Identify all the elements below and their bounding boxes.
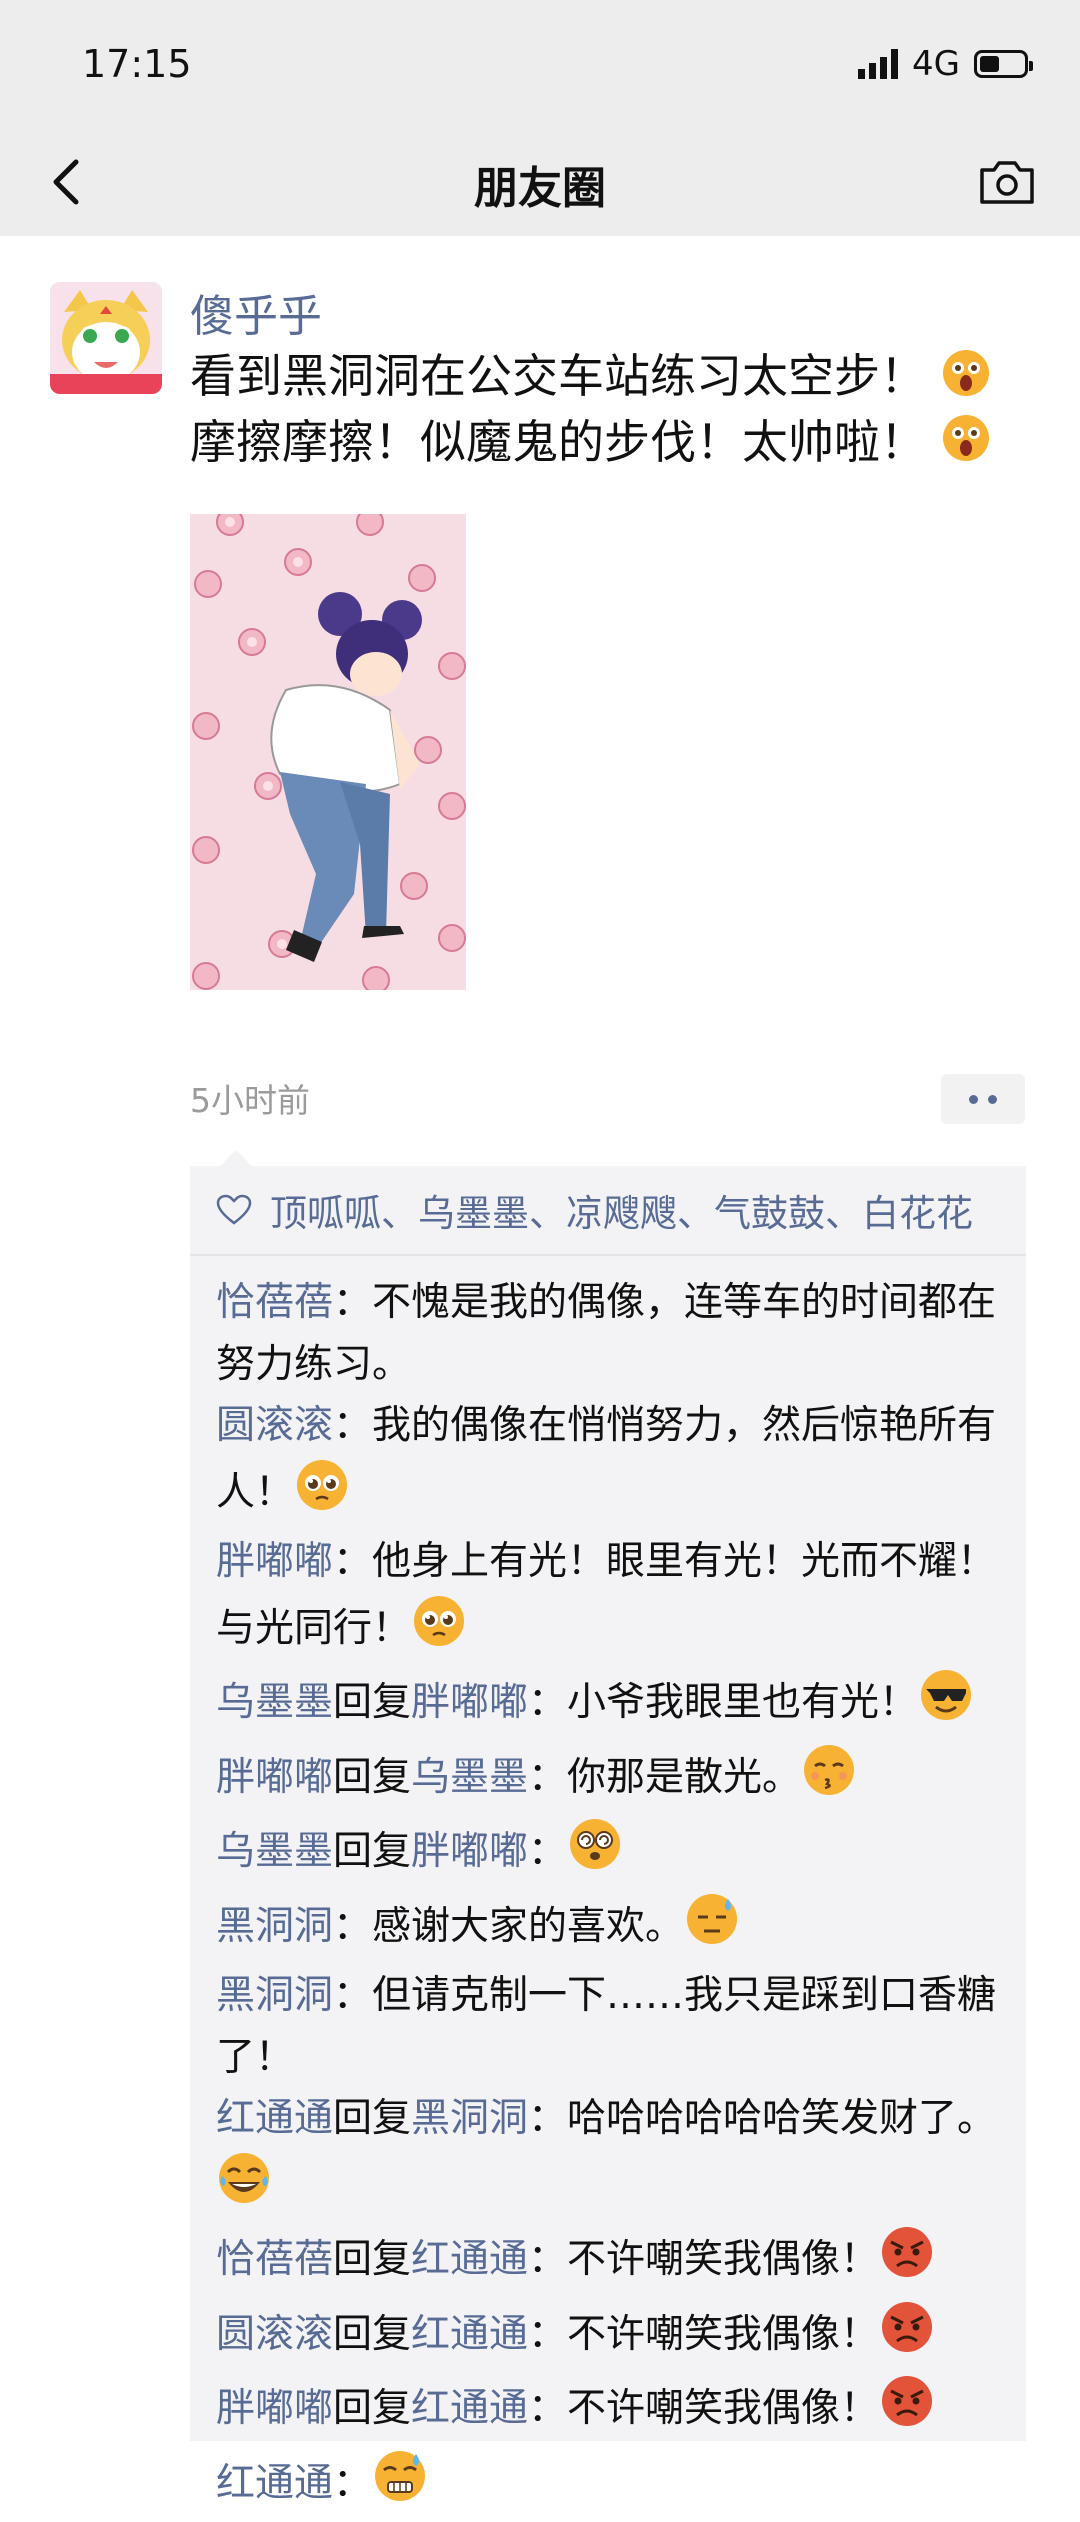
- comment-author[interactable]: 红通通: [216, 2096, 333, 2141]
- post-line-1: 看到黑洞洞在公交车站练习太空步！: [190, 349, 926, 403]
- reply-word: 回复: [333, 1754, 411, 1799]
- comment-author[interactable]: 恰蓓蓓: [216, 1280, 333, 1325]
- post-text: 看到黑洞洞在公交车站练习太空步！ 摩擦摩擦！似魔鬼的步伐！太帅啦！: [190, 346, 1020, 477]
- comment-item[interactable]: 恰蓓蓓：不愧是我的偶像，连等车的时间都在努力练习。: [216, 1272, 1000, 1395]
- reply-target[interactable]: 红通通: [411, 2311, 528, 2356]
- likes-row: 顶呱呱、乌墨墨、凉飕飕、气鼓鼓、白花花: [190, 1166, 1026, 1256]
- network-type: 4G: [912, 44, 960, 84]
- comment-item[interactable]: 红通通回复黑洞洞：哈哈哈哈哈哈笑发财了。: [216, 2088, 1000, 2224]
- comment-text: ：你那是散光。: [528, 1754, 801, 1799]
- comment-text: ：不愧是我的偶像，连等车的时间都在努力练习。: [216, 1280, 996, 1387]
- comment-author[interactable]: 胖嘟嘟: [216, 1539, 333, 1584]
- comment-item[interactable]: 胖嘟嘟：他身上有光！眼里有光！光而不耀！与光同行！: [216, 1531, 1000, 1667]
- angry-emoji-icon: [879, 2373, 935, 2448]
- reply-target[interactable]: 红通通: [411, 2237, 528, 2282]
- reply-target[interactable]: 黑洞洞: [411, 2096, 528, 2141]
- angry-emoji-icon: [879, 2299, 935, 2374]
- comment-author[interactable]: 胖嘟嘟: [216, 1754, 333, 1799]
- interaction-panel: 顶呱呱、乌墨墨、凉飕飕、气鼓鼓、白花花 恰蓓蓓：不愧是我的偶像，连等车的时间都在…: [190, 1166, 1026, 2441]
- sweat-emoji-icon: [684, 1891, 740, 1966]
- comment-text: ：不许嘲笑我偶像！: [528, 2386, 879, 2431]
- reply-target[interactable]: 乌墨墨: [411, 1754, 528, 1799]
- post-line: 摩擦摩擦！似魔鬼的步伐！太帅啦！: [190, 412, 1020, 478]
- comment-item[interactable]: 乌墨墨回复胖嘟嘟：: [216, 1816, 1000, 1891]
- comment-text: ：哈哈哈哈哈哈笑发财了。: [528, 2096, 996, 2141]
- comment-item[interactable]: 胖嘟嘟回复乌墨墨：你那是散光。: [216, 1742, 1000, 1817]
- page-title: 朋友圈: [0, 152, 1080, 216]
- pleading-emoji-icon: [411, 1593, 467, 1668]
- pleading-emoji-icon: [294, 1457, 350, 1532]
- heart-icon: [216, 1194, 252, 1226]
- post-line: 看到黑洞洞在公交车站练习太空步！: [190, 346, 1020, 412]
- comment-item[interactable]: 圆滚滚：我的偶像在悄悄努力，然后惊艳所有人！: [216, 1395, 1000, 1531]
- comment-author[interactable]: 黑洞洞: [216, 1973, 333, 2018]
- comment-item[interactable]: 胖嘟嘟回复红通通：不许嘲笑我偶像！: [216, 2373, 1000, 2448]
- comment-text: ：但请克制一下……我只是踩到口香糖了！: [216, 1973, 996, 2080]
- avatar[interactable]: [50, 282, 162, 394]
- comment-item[interactable]: 黑洞洞：感谢大家的喜欢。: [216, 1891, 1000, 1966]
- comment-text: ：: [528, 1829, 567, 1874]
- status-icons: 4G: [858, 44, 1028, 84]
- post-author[interactable]: 傻乎乎: [190, 280, 322, 344]
- comment-author[interactable]: 乌墨墨: [216, 1680, 333, 1725]
- comment-item[interactable]: 红通通：: [216, 2448, 1000, 2522]
- comment-author[interactable]: 圆滚滚: [216, 1403, 333, 1448]
- comment-author[interactable]: 恰蓓蓓: [216, 2237, 333, 2282]
- dizzy-emoji-icon: [567, 1816, 623, 1891]
- reply-word: 回复: [333, 2386, 411, 2431]
- post-photo[interactable]: [190, 514, 466, 990]
- status-bar: 17:15 4G: [0, 0, 1080, 130]
- grimace-sweat-emoji-icon: [372, 2448, 428, 2522]
- comment-author[interactable]: 圆滚滚: [216, 2311, 333, 2356]
- more-options-button[interactable]: [941, 1074, 1025, 1124]
- likes-names[interactable]: 顶呱呱、乌墨墨、凉飕飕、气鼓鼓、白花花: [270, 1183, 973, 1237]
- signal-icon: [858, 49, 898, 79]
- post-line-2: 摩擦摩擦！似魔鬼的步伐！太帅啦！: [190, 415, 926, 469]
- angry-emoji-icon: [879, 2224, 935, 2299]
- comment-author[interactable]: 乌墨墨: [216, 1829, 333, 1874]
- post-timestamp: 5小时前: [190, 1074, 310, 1122]
- comment-item[interactable]: 圆滚滚回复红通通：不许嘲笑我偶像！: [216, 2299, 1000, 2374]
- sunglasses-emoji-icon: [918, 1667, 974, 1742]
- comment-text: ：他身上有光！眼里有光！光而不耀！与光同行！: [216, 1539, 996, 1650]
- kissing-emoji-icon: [801, 1742, 857, 1817]
- comment-text: ：: [333, 2460, 372, 2505]
- comment-text: ：小爷我眼里也有光！: [528, 1680, 918, 1725]
- comment-text: ：感谢大家的喜欢。: [333, 1903, 684, 1948]
- camera-icon[interactable]: [976, 152, 1038, 212]
- reply-target[interactable]: 胖嘟嘟: [411, 1829, 528, 1874]
- reply-word: 回复: [333, 2311, 411, 2356]
- comment-item[interactable]: 乌墨墨回复胖嘟嘟：小爷我眼里也有光！: [216, 1667, 1000, 1742]
- nav-bar: 朋友圈: [0, 130, 1080, 236]
- comment-author[interactable]: 红通通: [216, 2460, 333, 2505]
- battery-icon: [974, 50, 1028, 78]
- surprised-face-emoji-icon: [941, 348, 991, 412]
- reply-word: 回复: [333, 1680, 411, 1725]
- comment-text: ：不许嘲笑我偶像！: [528, 2311, 879, 2356]
- comment-text: ：不许嘲笑我偶像！: [528, 2237, 879, 2282]
- comment-list: 恰蓓蓓：不愧是我的偶像，连等车的时间都在努力练习。圆滚滚：我的偶像在悄悄努力，然…: [190, 1256, 1026, 2522]
- reply-word: 回复: [333, 2096, 411, 2141]
- reply-target[interactable]: 红通通: [411, 2386, 528, 2431]
- status-time: 17:15: [82, 42, 192, 86]
- comment-author[interactable]: 胖嘟嘟: [216, 2386, 333, 2431]
- surprised-face-emoji-icon: [941, 413, 991, 477]
- laugh-tears-emoji-icon: [216, 2150, 272, 2225]
- comment-author[interactable]: 黑洞洞: [216, 1903, 333, 1948]
- reply-word: 回复: [333, 2237, 411, 2282]
- comment-item[interactable]: 恰蓓蓓回复红通通：不许嘲笑我偶像！: [216, 2224, 1000, 2299]
- reply-target[interactable]: 胖嘟嘟: [411, 1680, 528, 1725]
- comment-item[interactable]: 黑洞洞：但请克制一下……我只是踩到口香糖了！: [216, 1965, 1000, 2088]
- reply-word: 回复: [333, 1829, 411, 1874]
